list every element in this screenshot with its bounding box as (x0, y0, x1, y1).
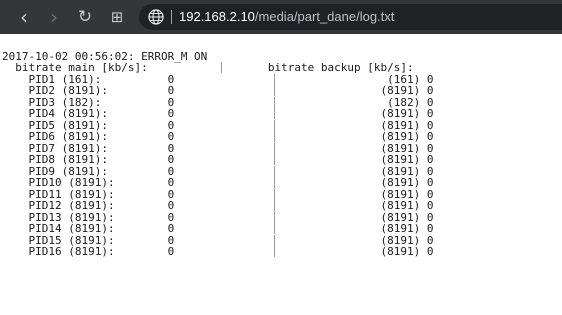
column-divider (273, 245, 275, 257)
forward-arrow-icon[interactable]: › (44, 0, 64, 34)
column-divider (273, 188, 275, 200)
page-content: 2017-10-02 00:56:02: ERROR_M ON bitrate … (0, 34, 562, 315)
column-divider (273, 211, 275, 223)
globe-icon[interactable] (147, 8, 165, 26)
column-divider (273, 154, 275, 166)
column-divider (273, 234, 275, 246)
url-text[interactable]: 192.168.2.10/media/part_dane/log.txt (179, 4, 394, 30)
column-divider (273, 165, 275, 177)
address-bar[interactable]: 192.168.2.10/media/part_dane/log.txt (139, 4, 562, 30)
backup-bitrate: (8191) 0 (380, 244, 434, 258)
column-divider (273, 108, 275, 120)
column-divider (273, 73, 275, 85)
apps-grid-icon[interactable]: ⊞ (106, 0, 128, 34)
url-path: /media/part_dane/log.txt (254, 9, 395, 24)
column-divider (273, 200, 275, 212)
url-host: 192.168.2.10 (179, 9, 255, 24)
column-divider (220, 62, 222, 74)
column-divider (273, 85, 275, 97)
column-divider (273, 119, 275, 131)
column-divider (273, 96, 275, 108)
browser-toolbar: ‹ › ↻ ⊞ 192.168.2.10/media/part_dane/log… (0, 0, 562, 34)
log-text: 2017-10-02 00:56:02: ERROR_M ON bitrate … (0, 34, 562, 257)
pid-label: PID16 (8191): (28, 244, 115, 258)
column-divider (273, 177, 275, 189)
column-divider (273, 142, 275, 154)
address-divider (171, 10, 172, 24)
reload-icon[interactable]: ↻ (74, 0, 96, 34)
back-arrow-icon[interactable]: ‹ (14, 0, 34, 34)
column-divider (273, 131, 275, 143)
main-bitrate: 0 (167, 244, 175, 258)
column-divider (273, 223, 275, 235)
